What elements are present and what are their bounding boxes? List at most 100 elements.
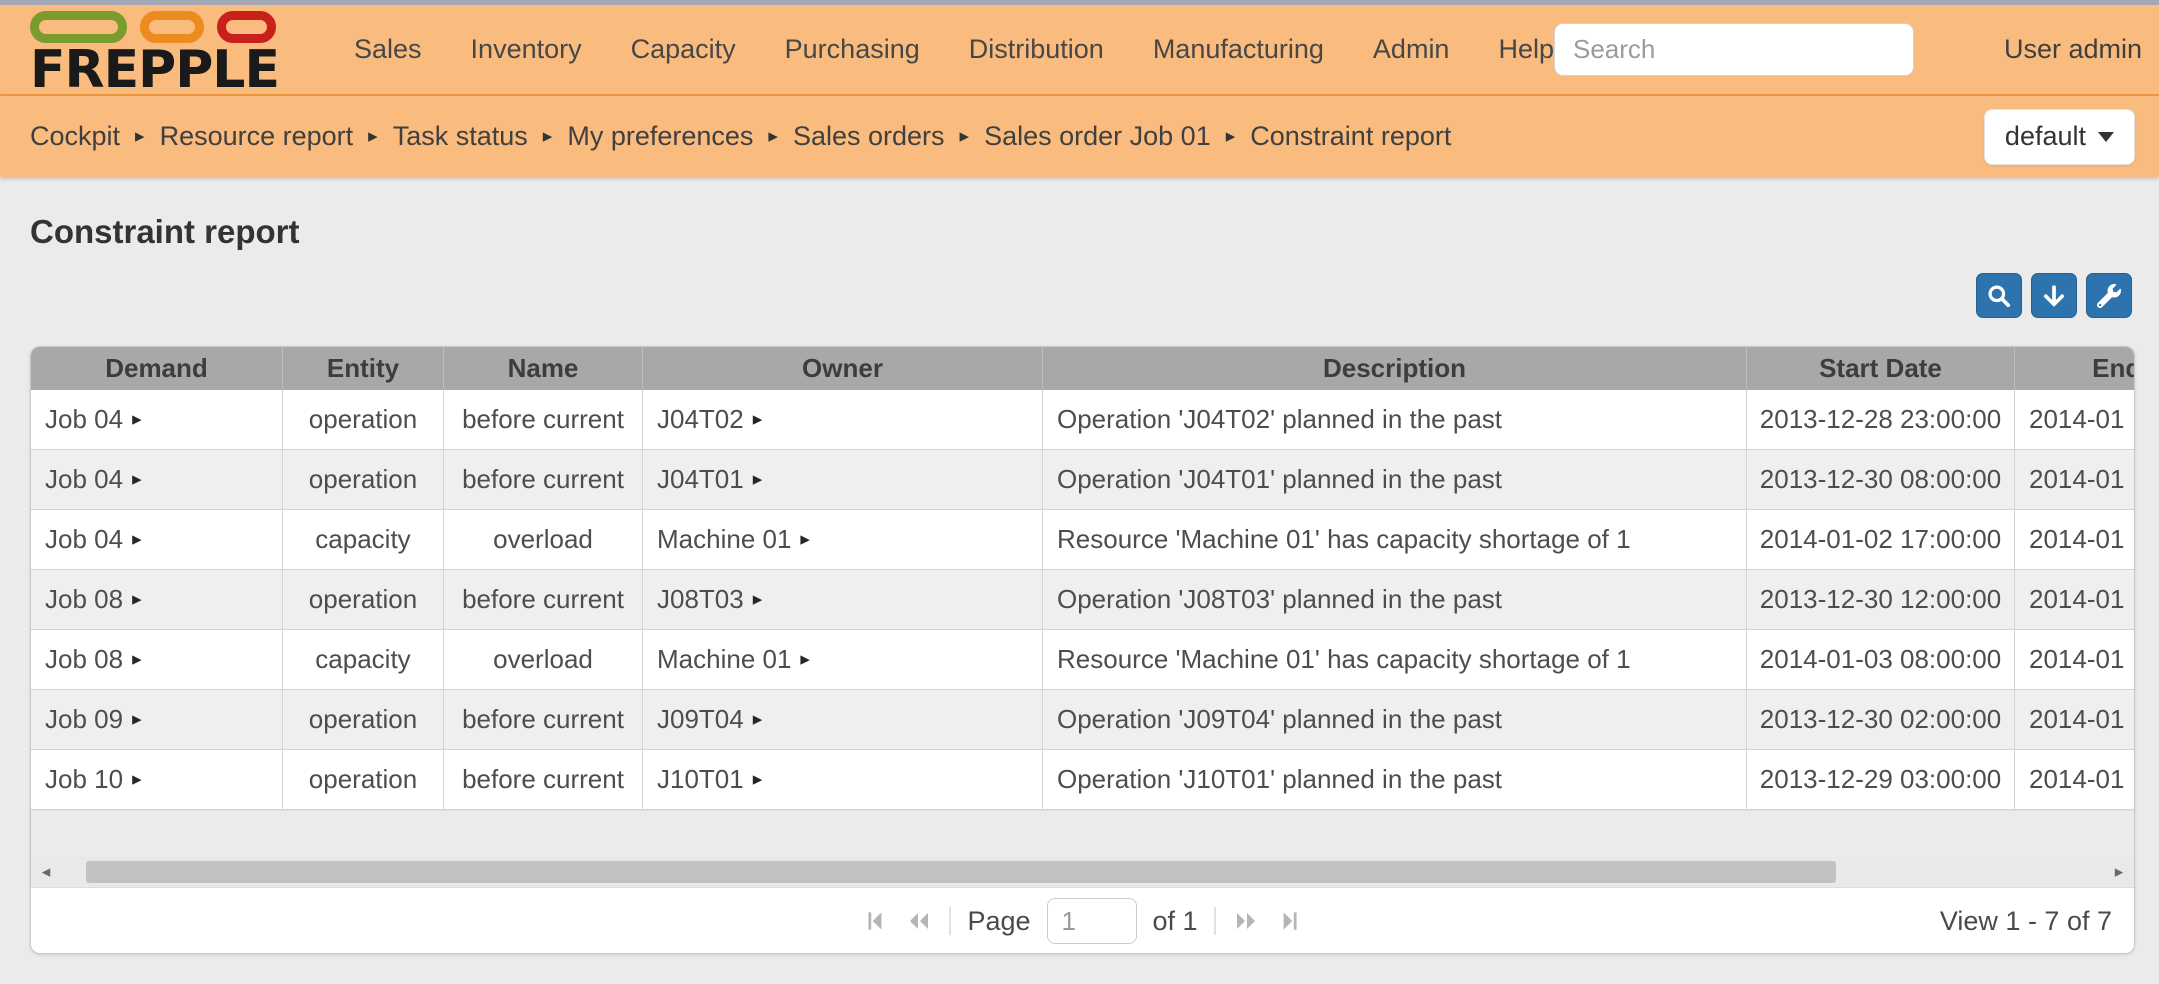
column-header-owner[interactable]: Owner — [643, 347, 1043, 390]
cell-text: operation — [309, 464, 417, 495]
menu-item-inventory[interactable]: Inventory — [471, 34, 582, 65]
drilldown-icon[interactable]: ▸ — [753, 588, 763, 611]
drilldown-icon[interactable]: ▸ — [132, 708, 142, 731]
report-grid-panel: DemandEntityNameOwnerDescriptionStart Da… — [30, 346, 2135, 954]
menu-item-admin[interactable]: Admin — [1373, 34, 1450, 65]
drilldown-icon[interactable]: ▸ — [753, 768, 763, 791]
page-number-input[interactable] — [1047, 898, 1137, 944]
scrollbar-thumb[interactable] — [86, 861, 1836, 883]
drilldown-icon[interactable]: ▸ — [800, 648, 810, 671]
breadcrumb-item-task-status[interactable]: Task status — [393, 121, 528, 152]
cell-owner[interactable]: J08T03▸ — [643, 570, 1043, 629]
drilldown-icon[interactable]: ▸ — [132, 468, 142, 491]
grid-toolbar — [0, 273, 2132, 318]
drilldown-icon[interactable]: ▸ — [753, 708, 763, 731]
breadcrumb: Cockpit▸Resource report▸Task status▸My p… — [30, 121, 1451, 152]
previous-page-button[interactable] — [905, 908, 933, 934]
menu-item-sales[interactable]: Sales — [354, 34, 422, 65]
view-selector-button[interactable]: default — [1984, 109, 2135, 165]
cell-owner[interactable]: Machine 01▸ — [643, 630, 1043, 689]
cell-owner[interactable]: Machine 01▸ — [643, 510, 1043, 569]
column-header-name[interactable]: Name — [444, 347, 643, 390]
menu-item-manufacturing[interactable]: Manufacturing — [1153, 34, 1324, 65]
cell-owner[interactable]: J04T01▸ — [643, 450, 1043, 509]
cell-text: Job 09 — [45, 704, 123, 735]
brand-name: FREPPLE — [30, 45, 310, 95]
cell-entity: capacity — [283, 630, 444, 689]
breadcrumb-item-constraint-report[interactable]: Constraint report — [1250, 121, 1451, 152]
breadcrumb-item-sales-order-job-01[interactable]: Sales order Job 01 — [984, 121, 1211, 152]
cell-text: 2014-01 — [2029, 524, 2124, 555]
cell-entity: operation — [283, 690, 444, 749]
drilldown-icon[interactable]: ▸ — [800, 528, 810, 551]
cell-owner[interactable]: J09T04▸ — [643, 690, 1043, 749]
drilldown-icon[interactable]: ▸ — [132, 408, 142, 431]
cell-demand[interactable]: Job 04 ▸ — [31, 450, 283, 509]
drilldown-icon[interactable]: ▸ — [132, 768, 142, 791]
column-header-description[interactable]: Description — [1043, 347, 1747, 390]
first-page-button[interactable] — [863, 908, 889, 934]
cell-demand[interactable]: Job 04▸ — [31, 390, 283, 449]
cell-demand[interactable]: Job 04▸ — [31, 510, 283, 569]
breadcrumb-bar: Cockpit▸Resource report▸Task status▸My p… — [0, 96, 2159, 177]
drilldown-icon[interactable]: ▸ — [753, 468, 763, 491]
cell-demand[interactable]: Job 10▸ — [31, 750, 283, 809]
drilldown-icon[interactable]: ▸ — [132, 528, 142, 551]
search-input[interactable] — [1554, 23, 1914, 76]
scroll-left-icon[interactable]: ◂ — [31, 857, 61, 887]
breadcrumb-item-cockpit[interactable]: Cockpit — [30, 121, 120, 152]
cell-name: overload — [444, 510, 643, 569]
cell-owner[interactable]: J04T02▸ — [643, 390, 1043, 449]
cell-entity: capacity — [283, 510, 444, 569]
cell-text: Job 04 — [45, 464, 123, 495]
column-header-start-date[interactable]: Start Date — [1747, 347, 2015, 390]
column-header-demand[interactable]: Demand — [31, 347, 283, 390]
download-button[interactable] — [2031, 273, 2077, 318]
customize-button[interactable] — [2086, 273, 2132, 318]
search-icon — [1986, 283, 2012, 309]
column-header-entity[interactable]: Entity — [283, 347, 444, 390]
menu-item-purchasing[interactable]: Purchasing — [785, 34, 920, 65]
cell-name: before current — [444, 750, 643, 809]
cell-description: Operation 'J04T01' planned in the past — [1043, 450, 1747, 509]
table-row: Job 04▸operationbefore currentJ04T02▸Ope… — [31, 390, 2135, 450]
cell-text: Job 08 — [45, 584, 123, 615]
cell-entity: operation — [283, 750, 444, 809]
cell-demand[interactable]: Job 09 ▸ — [31, 690, 283, 749]
cell-description: Resource 'Machine 01' has capacity short… — [1043, 630, 1747, 689]
cell-name: before current — [444, 690, 643, 749]
horizontal-scrollbar[interactable]: ◂ ▸ — [31, 857, 2134, 887]
pager-divider — [949, 907, 951, 935]
cell-description: Operation 'J10T01' planned in the past — [1043, 750, 1747, 809]
cell-text: Job 08 — [45, 644, 123, 675]
drilldown-icon[interactable]: ▸ — [753, 408, 763, 431]
cell-text: operation — [309, 404, 417, 435]
cell-text: J10T01 — [657, 764, 744, 795]
cell-start-date: 2013-12-30 02:00:00 — [1747, 690, 2015, 749]
breadcrumb-item-my-preferences[interactable]: My preferences — [567, 121, 753, 152]
column-header-end-date[interactable]: End Date — [2015, 347, 2135, 390]
last-page-button[interactable] — [1276, 908, 1302, 934]
cell-text: Resource 'Machine 01' has capacity short… — [1057, 524, 1631, 555]
cell-demand[interactable]: Job 08 ▸ — [31, 630, 283, 689]
cell-end-date: 2014-01 — [2015, 450, 2135, 509]
menu-item-capacity[interactable]: Capacity — [631, 34, 736, 65]
drilldown-icon[interactable]: ▸ — [132, 648, 142, 671]
menu-item-distribution[interactable]: Distribution — [969, 34, 1104, 65]
cell-start-date: 2013-12-30 08:00:00 — [1747, 450, 2015, 509]
breadcrumb-item-sales-orders[interactable]: Sales orders — [793, 121, 945, 152]
search-filter-button[interactable] — [1976, 273, 2022, 318]
cell-text: Resource 'Machine 01' has capacity short… — [1057, 644, 1631, 675]
scroll-right-icon[interactable]: ▸ — [2104, 857, 2134, 887]
menu-item-help[interactable]: Help — [1498, 34, 1554, 65]
cell-text: capacity — [315, 644, 410, 675]
cell-text: 2014-01 — [2029, 764, 2124, 795]
drilldown-icon[interactable]: ▸ — [132, 588, 142, 611]
cell-text: Operation 'J09T04' planned in the past — [1057, 704, 1502, 735]
next-page-button[interactable] — [1232, 908, 1260, 934]
cell-owner[interactable]: J10T01 ▸ — [643, 750, 1043, 809]
user-menu[interactable]: User admin — [2004, 34, 2142, 65]
frepple-logo[interactable]: FREPPLE — [30, 5, 310, 95]
cell-demand[interactable]: Job 08 ▸ — [31, 570, 283, 629]
breadcrumb-item-resource-report[interactable]: Resource report — [160, 121, 354, 152]
